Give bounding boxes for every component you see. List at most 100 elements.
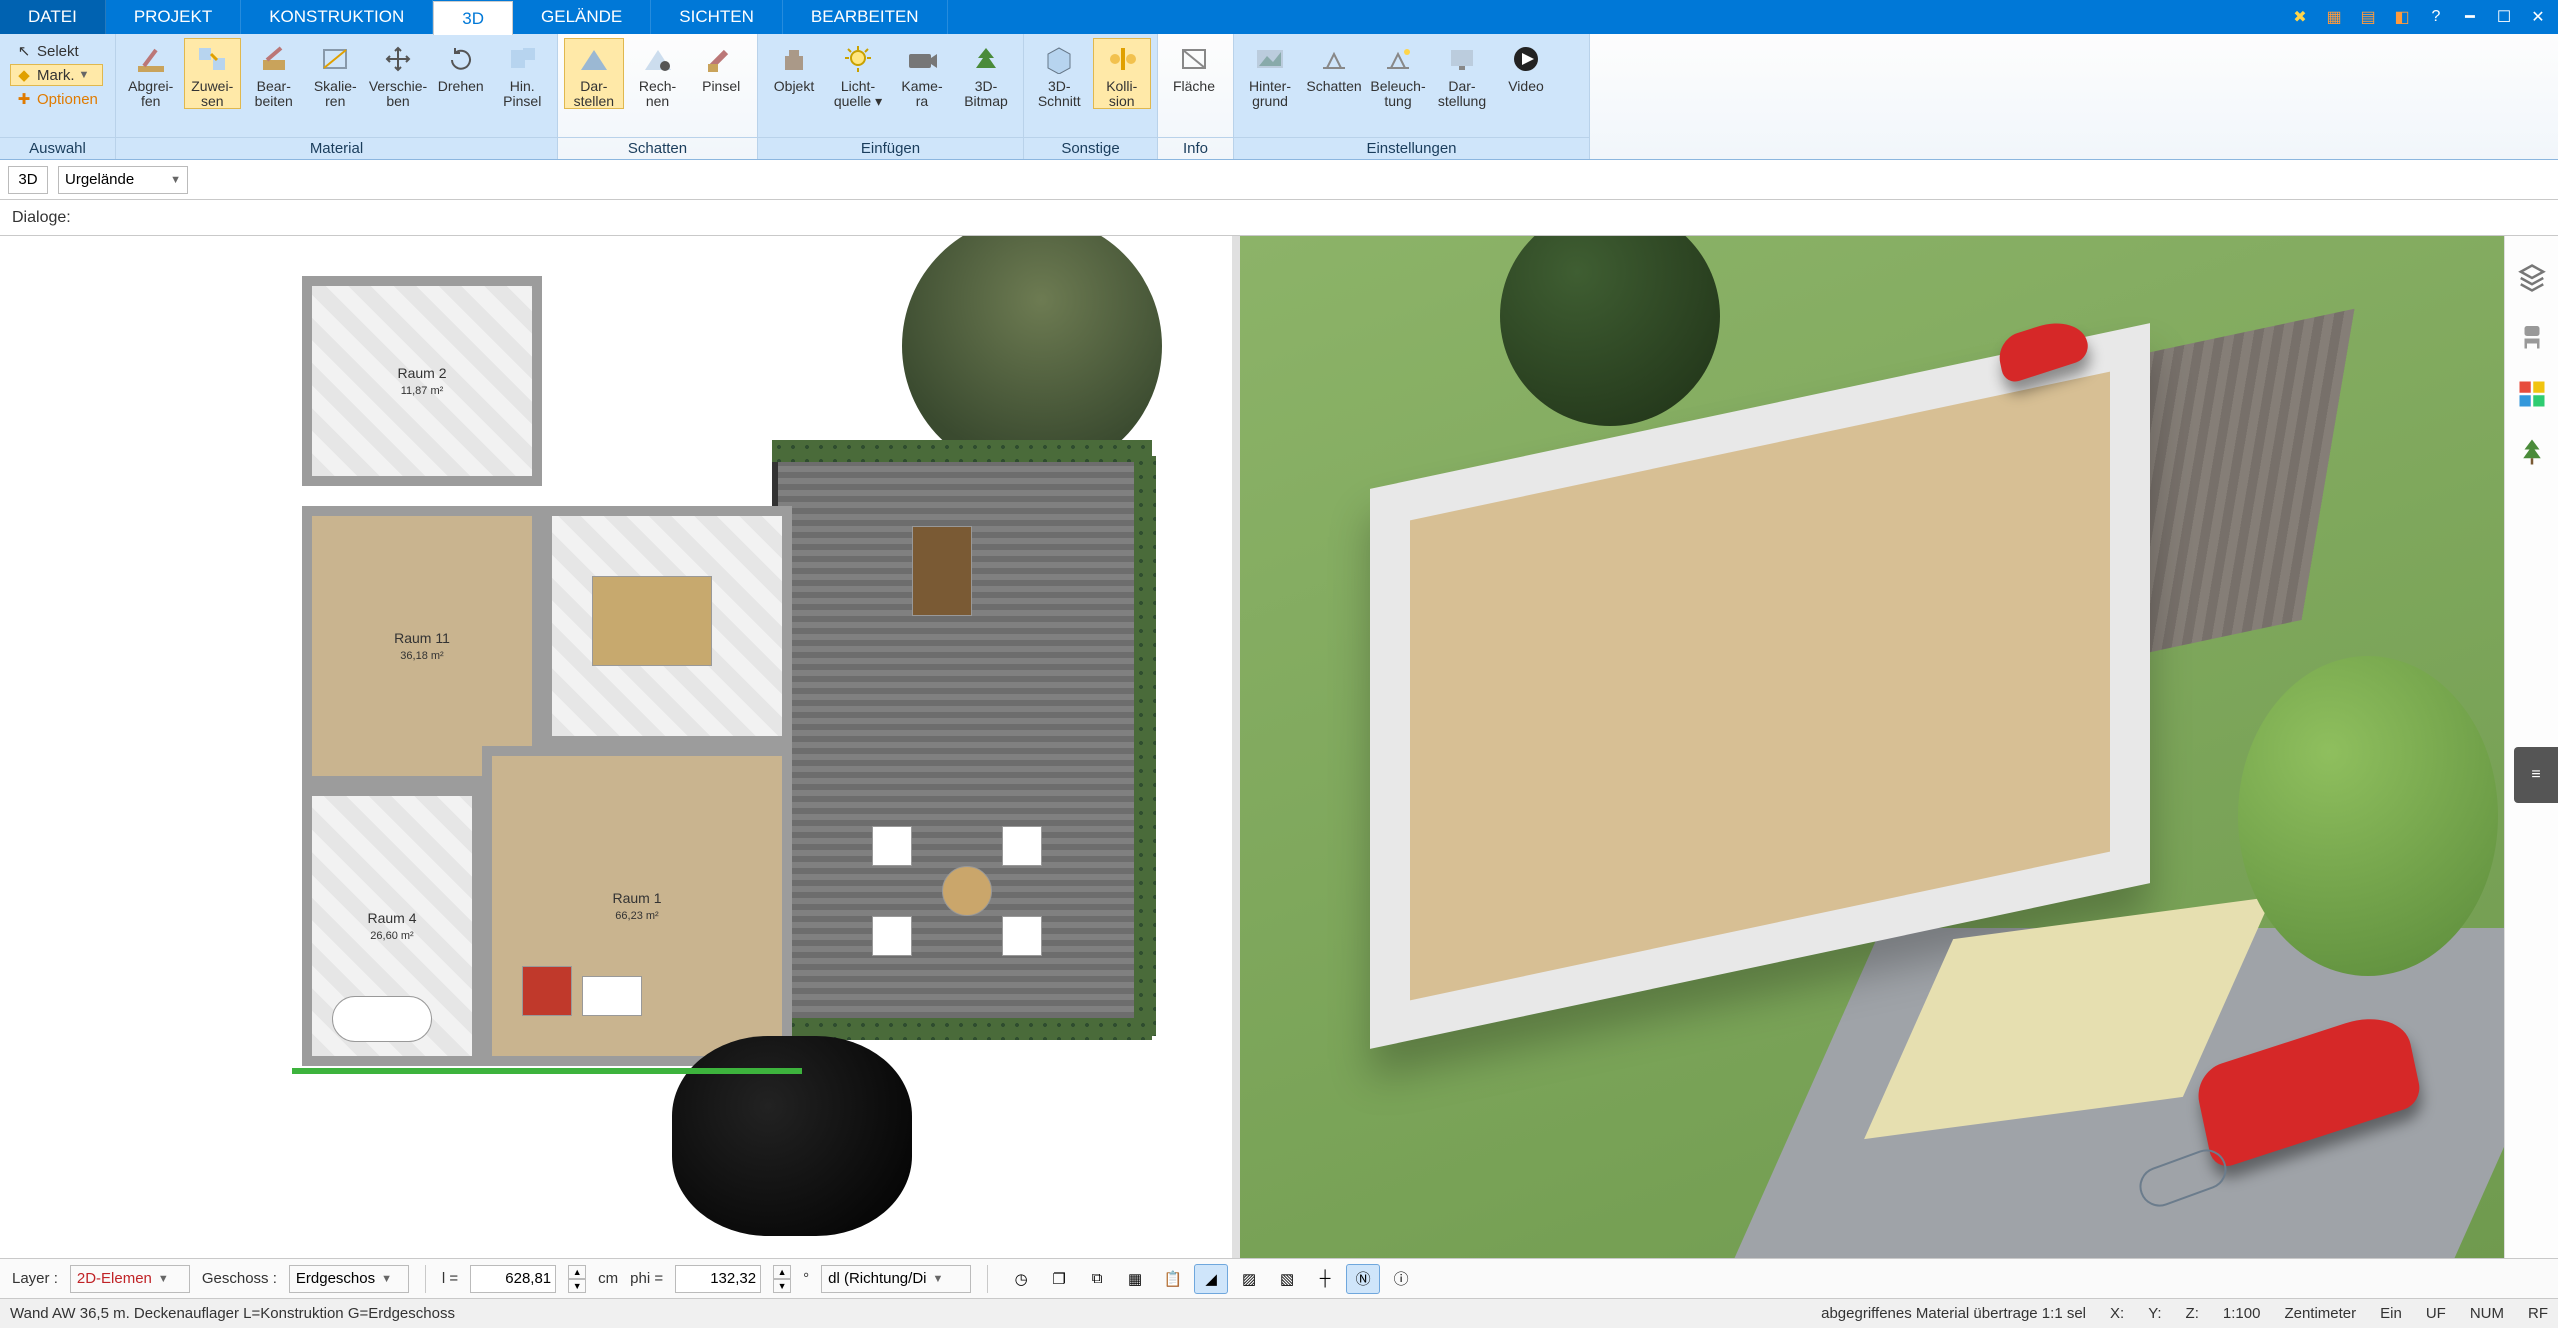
- paste-icon[interactable]: 📋: [1156, 1264, 1190, 1294]
- ribbon-group-sonstige: 3D- Schnitt Kolli- sion Sonstige: [1024, 34, 1158, 159]
- rechnen-icon: [638, 41, 678, 77]
- hedge: [1134, 456, 1156, 1036]
- phi-input[interactable]: [675, 1265, 761, 1293]
- room-1[interactable]: Raum 166,23 m²: [482, 746, 792, 1066]
- copy-icon[interactable]: ⧉: [1080, 1264, 1114, 1294]
- ribbon-3dschnitt-button[interactable]: 3D- Schnitt: [1030, 38, 1089, 109]
- ribbon-lichtquelle-button[interactable]: Licht- quelle ▾: [828, 38, 888, 109]
- tab-projekt[interactable]: PROJEKT: [106, 0, 241, 34]
- ribbon-verschieben-button[interactable]: Verschie- ben: [368, 38, 428, 109]
- ribbon-btn-label: Video: [1508, 79, 1544, 94]
- ribbon-btn-label: 3D- Bitmap: [964, 79, 1008, 108]
- room-2[interactable]: Raum 211,87 m²: [302, 276, 542, 486]
- auswahl-mark[interactable]: ◆Mark.▼: [10, 64, 103, 86]
- ribbon-drehen-button[interactable]: Drehen: [432, 38, 490, 95]
- room-11[interactable]: Raum 1136,18 m²: [302, 506, 542, 786]
- tab-bearbeiten[interactable]: BEARBEITEN: [783, 0, 948, 34]
- layers-icon[interactable]: [2512, 258, 2552, 298]
- ribbon-eschatten-button[interactable]: Schatten: [1304, 38, 1364, 95]
- ribbon-objekt-button[interactable]: Objekt: [764, 38, 824, 95]
- tool2-icon[interactable]: ▦: [2320, 5, 2348, 29]
- phi-spin[interactable]: ▲▼: [773, 1265, 791, 1293]
- splitter[interactable]: [1232, 236, 1240, 1258]
- ribbon-btn-label: Kame- ra: [901, 79, 942, 108]
- ribbon-skalieren-button[interactable]: Skalie- ren: [307, 38, 365, 109]
- ribbon-group-material: Abgrei- fenZuwei- senBear- beiten Skalie-…: [116, 34, 558, 159]
- ribbon-btn-label: Objekt: [774, 79, 814, 94]
- ribbon-label-material: Material: [116, 137, 557, 159]
- ribbon-bearbeiten-button[interactable]: Bear- beiten: [245, 38, 303, 109]
- render-3d[interactable]: [1240, 236, 2558, 1258]
- group-icon[interactable]: ▦: [1118, 1264, 1152, 1294]
- auswahl-optionen[interactable]: ✚Optionen: [10, 88, 103, 110]
- tab-datei[interactable]: DATEI: [0, 0, 106, 34]
- tab-gelaende[interactable]: GELÄNDE: [513, 0, 651, 34]
- ribbon-rechnen-button[interactable]: Rech- nen: [628, 38, 688, 109]
- ribbon-zuweisen-button[interactable]: Zuwei- sen: [184, 38, 242, 109]
- chevron-down-icon: ▼: [170, 174, 181, 186]
- maximize-icon[interactable]: ☐: [2490, 5, 2518, 29]
- minimize-icon[interactable]: ━: [2456, 5, 2484, 29]
- ribbon-edarstellung-button[interactable]: Dar- stellung: [1432, 38, 1492, 109]
- render-pane[interactable]: [1240, 236, 2558, 1258]
- clock-icon[interactable]: ◷: [1004, 1264, 1038, 1294]
- layers-icon[interactable]: ❐: [1042, 1264, 1076, 1294]
- ribbon-darstellen-button[interactable]: Dar- stellen: [564, 38, 624, 109]
- ribbon-label-sonstige: Sonstige: [1024, 137, 1157, 159]
- dl-select[interactable]: dl (Richtung/Di▼: [821, 1265, 971, 1293]
- ribbon-hintergrund-button[interactable]: Hinter- grund: [1240, 38, 1300, 109]
- l-input[interactable]: [470, 1265, 556, 1293]
- phi-label: phi =: [630, 1270, 663, 1287]
- ribbon-kamera-button[interactable]: Kame- ra: [892, 38, 952, 109]
- status-unit: Zentimeter: [2284, 1305, 2356, 1322]
- tool4-icon[interactable]: ◧: [2388, 5, 2416, 29]
- close-icon[interactable]: ✕: [2524, 5, 2552, 29]
- ribbon-kollision-button[interactable]: Kolli- sion: [1093, 38, 1152, 109]
- ribbon-beleuchtung-button[interactable]: Beleuch- tung: [1368, 38, 1428, 109]
- tab-sichten[interactable]: SICHTEN: [651, 0, 783, 34]
- slope-c-icon[interactable]: ▧: [1270, 1264, 1304, 1294]
- status-num: NUM: [2470, 1305, 2504, 1322]
- edarstellung-icon: [1442, 41, 1482, 77]
- layer-combo[interactable]: Urgelände▼: [58, 166, 188, 194]
- slope-a-icon[interactable]: ◢: [1194, 1264, 1228, 1294]
- info-icon[interactable]: ⓘ: [1384, 1264, 1418, 1294]
- ribbon-btn-label: Verschie- ben: [369, 79, 427, 108]
- ribbon-btn-label: 3D- Schnitt: [1038, 79, 1081, 108]
- wrench-icon[interactable]: ✖: [2286, 5, 2314, 29]
- l-spin[interactable]: ▲▼: [568, 1265, 586, 1293]
- target-icon[interactable]: Ⓝ: [1346, 1264, 1380, 1294]
- floorplan[interactable]: Raum 211,87 m² Raum 1136,18 m² Raum 343,…: [292, 276, 1172, 1106]
- hintergrund-icon: [1250, 41, 1290, 77]
- geschoss-select[interactable]: Erdgeschos▼: [289, 1265, 409, 1293]
- tab-3d[interactable]: 3D: [433, 1, 513, 35]
- tab-konstruktion[interactable]: KONSTRUKTION: [241, 0, 433, 34]
- ribbon-pinsel-button[interactable]: Pinsel: [691, 38, 751, 95]
- palette-icon[interactable]: [2512, 374, 2552, 414]
- ribbon-video-button[interactable]: Video: [1496, 38, 1556, 95]
- tree-rail-icon[interactable]: [2512, 432, 2552, 472]
- grid-icon[interactable]: ┼: [1308, 1264, 1342, 1294]
- beleuchtung-icon: [1378, 41, 1418, 77]
- auswahl-selekt[interactable]: ↖Selekt: [10, 40, 103, 62]
- plus-icon: ✚: [15, 90, 33, 108]
- ribbon-btn-label: Rech- nen: [639, 79, 676, 108]
- rail-handle[interactable]: ≡: [2514, 747, 2558, 803]
- cursor-icon: ↖: [15, 42, 33, 60]
- help-icon[interactable]: ?: [2422, 5, 2450, 29]
- tool3-icon[interactable]: ▤: [2354, 5, 2382, 29]
- chair-icon[interactable]: [2512, 316, 2552, 356]
- ribbon-hinpinsel-button[interactable]: Hin. Pinsel: [494, 38, 552, 109]
- ribbon-label-auswahl: Auswahl: [0, 137, 115, 159]
- layer-select[interactable]: 2D-Elemen▼: [70, 1265, 190, 1293]
- ribbon-flaeche-button[interactable]: Fläche: [1164, 38, 1224, 95]
- objekt-icon: [774, 41, 814, 77]
- hedge: [772, 440, 1152, 462]
- ribbon-btn-label: Skalie- ren: [314, 79, 357, 108]
- floorplan-pane[interactable]: Raum 211,87 m² Raum 1136,18 m² Raum 343,…: [0, 236, 1232, 1258]
- ribbon-3dbitmap-button[interactable]: 3D- Bitmap: [956, 38, 1016, 109]
- view-3d-button[interactable]: 3D: [8, 166, 48, 194]
- ribbon-btn-label: Dar- stellen: [574, 79, 614, 108]
- ribbon-abgreifen-button[interactable]: Abgrei- fen: [122, 38, 180, 109]
- slope-b-icon[interactable]: ▨: [1232, 1264, 1266, 1294]
